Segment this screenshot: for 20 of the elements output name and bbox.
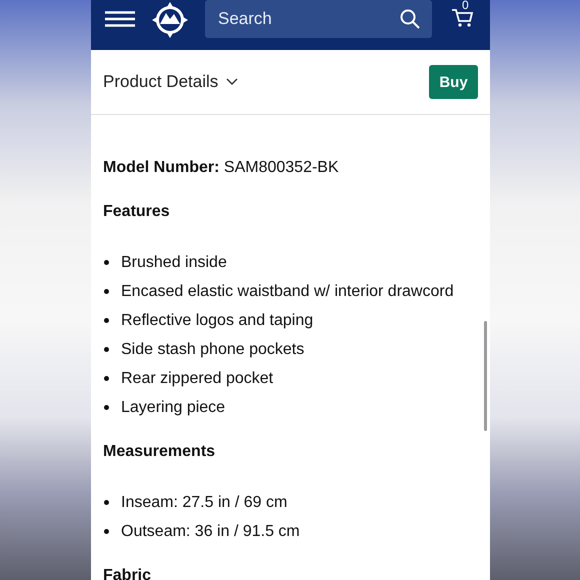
- chevron-down-icon: [226, 78, 238, 86]
- section-title: Measurements: [103, 443, 216, 461]
- cart-count: 0: [462, 0, 469, 12]
- bullet-item: Reflective logos and taping: [103, 311, 478, 330]
- bullet-item: Inseam: 27.5 in / 69 cm: [103, 493, 478, 512]
- menu-icon[interactable]: [105, 11, 135, 27]
- section-title: Features: [103, 203, 171, 221]
- model-number: Model Number: SAM800352-BK: [103, 159, 340, 177]
- bullet-item: Encased elastic waistband w/ interior drawcord: [103, 282, 478, 301]
- section-title: Fabric: [103, 567, 152, 580]
- section-dropdown[interactable]: Product Details: [103, 72, 238, 92]
- buy-button[interactable]: Buy: [429, 65, 478, 99]
- bullet-item: Rear zippered pocket: [103, 369, 478, 388]
- search-field[interactable]: Search: [205, 0, 432, 38]
- bullet-item: Brushed inside: [103, 253, 478, 272]
- search-icon[interactable]: [400, 9, 420, 29]
- cart-icon[interactable]: [452, 8, 474, 28]
- bullet-item: Outseam: 36 in / 91.5 cm: [103, 522, 478, 541]
- bullet-item: Layering piece: [103, 398, 478, 417]
- bullet-item: Side stash phone pockets: [103, 340, 478, 359]
